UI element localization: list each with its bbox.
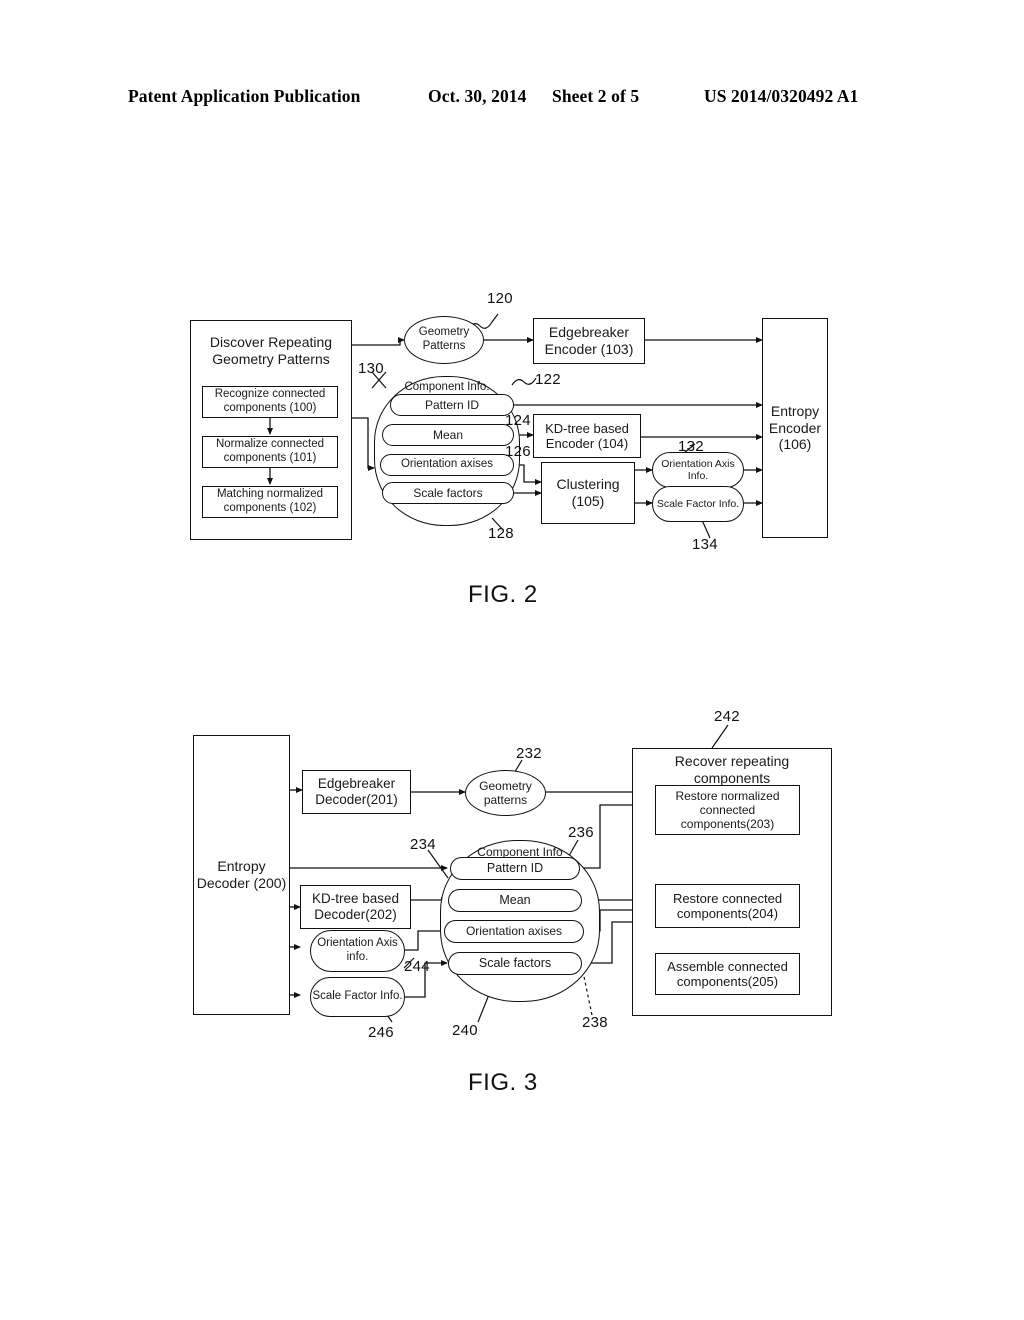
ref-128: 128 bbox=[488, 525, 514, 542]
ref-246: 246 bbox=[368, 1024, 394, 1041]
clustering-box: Clustering (105) bbox=[541, 462, 635, 524]
ref-130: 130 bbox=[358, 360, 384, 377]
geometry-patterns-oval-fig3: Geometry patterns bbox=[465, 770, 546, 816]
ref-126: 126 bbox=[505, 443, 531, 460]
ref-236: 236 bbox=[568, 824, 594, 841]
scale-factor-info-oval-fig3: Scale Factor Info. bbox=[310, 977, 405, 1017]
component-info-label-fig3: Component Info bbox=[477, 844, 563, 859]
restore-connected-components-box: Restore connected components(204) bbox=[655, 884, 800, 928]
ref-238: 238 bbox=[582, 1014, 608, 1031]
scale-factors-pill-fig3: Scale factors bbox=[448, 952, 582, 975]
ref-122: 122 bbox=[535, 371, 561, 388]
discover-internal-arrows bbox=[267, 418, 273, 485]
recover-repeating-components-title: Recover repeating components bbox=[674, 753, 790, 786]
restore-normalized-connected-components-box: Restore normalized connected components(… bbox=[655, 785, 800, 835]
orientation-axises-pill: Orientation axises bbox=[380, 454, 514, 476]
component-info-container-fig3 bbox=[440, 840, 600, 1002]
ref-232: 232 bbox=[516, 745, 542, 762]
figure-2: Discover Repeating Geometry Patterns Rec… bbox=[0, 0, 1024, 640]
scale-factors-pill: Scale factors bbox=[382, 482, 514, 504]
edgebreaker-decoder-box: Edgebreaker Decoder(201) bbox=[302, 770, 411, 814]
figure-3-caption: FIG. 3 bbox=[468, 1069, 538, 1096]
ref-132: 132 bbox=[678, 438, 704, 455]
orientation-axis-info-oval: Orientation Axis Info. bbox=[652, 452, 744, 488]
scale-factor-info-oval: Scale Factor Info. bbox=[652, 486, 744, 522]
kd-tree-based-encoder-box: KD-tree based Encoder (104) bbox=[533, 414, 641, 458]
orientation-axis-info-oval-fig3: Orientation Axis info. bbox=[310, 930, 405, 972]
entropy-decoder-box: Entropy Decoder (200) bbox=[193, 735, 290, 1015]
figure-2-caption: FIG. 2 bbox=[468, 581, 538, 608]
pattern-id-pill-fig3: Pattern ID bbox=[450, 857, 580, 880]
ref-240: 240 bbox=[452, 1022, 478, 1039]
ref-120: 120 bbox=[487, 290, 513, 307]
edgebreaker-encoder-box: Edgebreaker Encoder (103) bbox=[533, 318, 645, 364]
ref-134: 134 bbox=[692, 536, 718, 553]
recover-repeating-components-container bbox=[632, 748, 832, 1016]
ref-244: 244 bbox=[404, 958, 430, 975]
ref-124: 124 bbox=[505, 412, 531, 429]
mean-pill: Mean bbox=[382, 424, 514, 446]
assemble-connected-components-box: Assemble connected components(205) bbox=[655, 953, 800, 995]
ref-234: 234 bbox=[410, 836, 436, 853]
geometry-patterns-oval: Geometry Patterns bbox=[404, 316, 484, 364]
ref-242: 242 bbox=[714, 708, 740, 725]
mean-pill-fig3: Mean bbox=[448, 889, 582, 912]
entropy-encoder-box: Entropy Encoder (106) bbox=[762, 318, 828, 538]
orientation-axises-pill-fig3: Orientation axises bbox=[444, 920, 584, 943]
kd-tree-based-decoder-box: KD-tree based Decoder(202) bbox=[300, 885, 411, 929]
pattern-id-pill: Pattern ID bbox=[390, 394, 514, 416]
